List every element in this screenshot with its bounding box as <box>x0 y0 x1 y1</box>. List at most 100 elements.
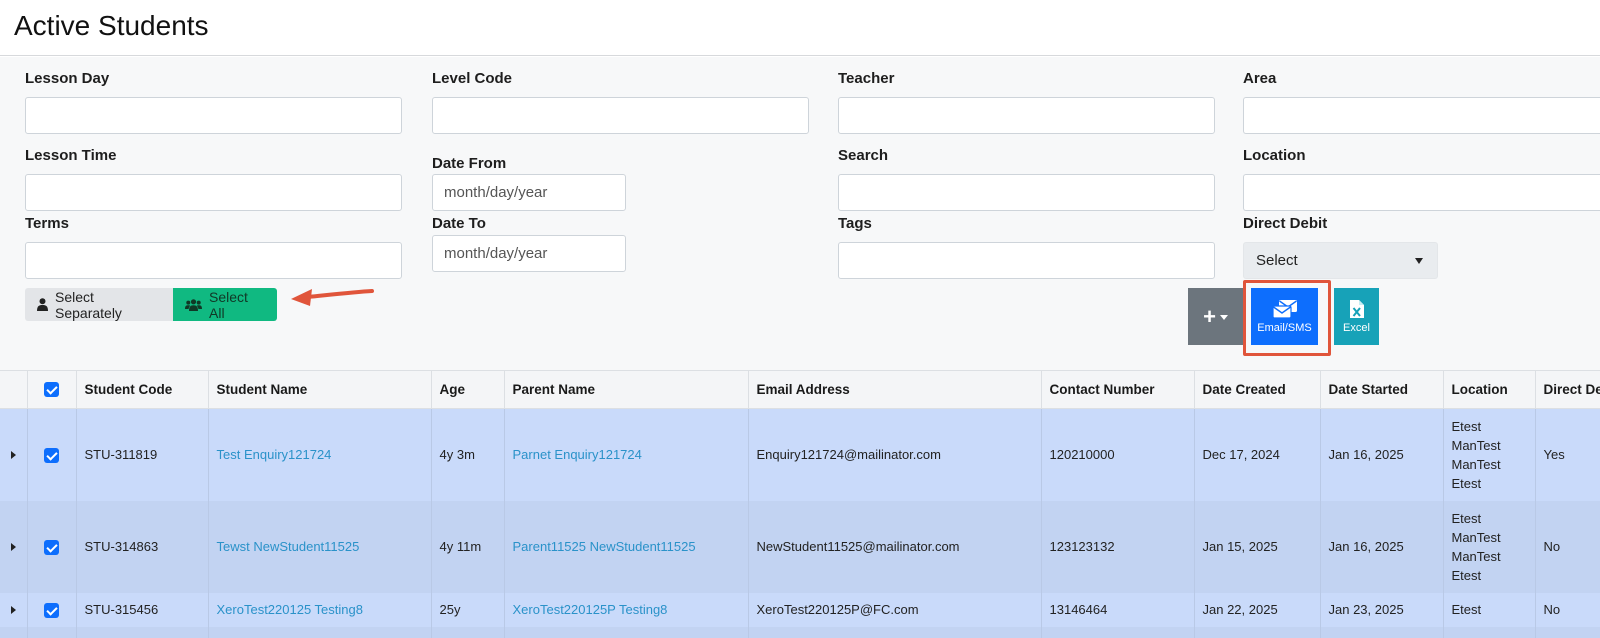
expand-arrow-icon[interactable] <box>10 451 16 460</box>
column-header[interactable]: Date Created <box>1194 370 1321 409</box>
student-name-link[interactable]: XeroTest220125 Testing8 <box>208 592 432 627</box>
direct-debit-select[interactable]: Select <box>1243 242 1438 279</box>
date-from-label: Date From <box>432 155 507 172</box>
column-header[interactable]: Parent Name <box>504 370 749 409</box>
lesson-day-input[interactable] <box>25 97 402 134</box>
row-checkbox[interactable] <box>27 500 77 593</box>
email-sms-button[interactable]: Email/SMS <box>1251 288 1318 345</box>
teacher-input[interactable] <box>838 97 1215 134</box>
column-header[interactable]: Contact Number <box>1041 370 1195 409</box>
students-table: Student Code Student Name Age Parent Nam… <box>0 370 1600 638</box>
expand-arrow-icon[interactable] <box>10 606 16 614</box>
student-code-cell: STU-314863 <box>76 500 209 593</box>
date-to-input[interactable]: month/day/year <box>432 235 626 272</box>
add-label: + <box>1203 303 1216 329</box>
teacher-label: Teacher <box>838 70 895 87</box>
active-students-page: Active Students Lesson Day Lesson Time T… <box>0 0 1600 638</box>
lesson-day-label: Lesson Day <box>25 70 110 87</box>
age-cell: 4y 11m <box>431 500 505 593</box>
expand-header <box>0 370 28 409</box>
row-checkbox[interactable] <box>27 592 77 627</box>
age-cell: 25y <box>431 592 505 627</box>
terms-input[interactable] <box>25 242 402 279</box>
checkbox-checked-icon[interactable] <box>44 447 59 463</box>
direct-debit-cell: No <box>1535 592 1600 627</box>
student-name-link[interactable]: Tewst NewStudent11525 <box>208 500 432 593</box>
column-header[interactable]: Email Address <box>748 370 1042 409</box>
table-row[interactable]: STU-315456 XeroTest220125 Testing8 25y X… <box>0 592 1600 627</box>
email-cell: NewStudent11525@mailinator.com <box>748 500 1042 593</box>
date-created-cell: Jan 15, 2025 <box>1194 500 1321 593</box>
expand-arrow-icon[interactable] <box>10 543 16 551</box>
contact-cell: 123123132 <box>1041 500 1195 593</box>
user-icon <box>37 298 48 311</box>
checkbox-checked-icon[interactable] <box>44 539 59 555</box>
title-bar: Active Students <box>0 0 1600 56</box>
row-expander[interactable] <box>0 500 28 593</box>
area-input[interactable] <box>1243 97 1600 134</box>
row-expander[interactable] <box>0 592 28 627</box>
parent-name-link[interactable]: Parnet Enquiry121724 <box>504 408 749 501</box>
date-created-cell: Dec 17, 2024 <box>1194 408 1321 501</box>
column-header[interactable]: Student Code <box>76 370 209 409</box>
checkbox-checked-icon[interactable] <box>44 382 59 398</box>
select-separately-label: Select Separately <box>55 288 122 321</box>
email-cell: Enquiry121724@mailinator.com <box>748 408 1042 501</box>
table-row-partial <box>0 626 1600 638</box>
date-started-cell: Jan 23, 2025 <box>1320 592 1444 627</box>
direct-debit-cell: Yes <box>1535 408 1600 501</box>
row-checkbox[interactable] <box>27 408 77 501</box>
location-line: ManTest <box>1451 437 1501 453</box>
contact-cell: 13146464 <box>1041 592 1195 627</box>
excel-button[interactable]: Excel <box>1334 288 1379 345</box>
contact-cell: 120210000 <box>1041 408 1195 501</box>
location-label: Location <box>1243 147 1306 164</box>
student-name-link[interactable]: Test Enquiry121724 <box>208 408 432 501</box>
student-code-cell: STU-315456 <box>76 592 209 627</box>
date-created-cell: Jan 22, 2025 <box>1194 592 1321 627</box>
column-header[interactable]: Age <box>431 370 505 409</box>
excel-file-icon <box>1349 300 1364 318</box>
search-label: Search <box>838 147 889 164</box>
terms-label: Terms <box>25 215 69 232</box>
date-started-cell: Jan 16, 2025 <box>1320 500 1444 593</box>
parent-name-link[interactable]: Parent11525 NewStudent11525 <box>504 500 749 593</box>
lesson-time-input[interactable] <box>25 174 402 211</box>
add-dropdown-button[interactable]: + <box>1188 288 1243 345</box>
date-to-label: Date To <box>432 215 486 232</box>
checkbox-checked-icon[interactable] <box>44 602 59 618</box>
location-input[interactable] <box>1243 174 1600 211</box>
parent-name-link[interactable]: XeroTest220125P Testing8 <box>504 592 749 627</box>
level-code-input[interactable] <box>432 97 809 134</box>
annotation-arrow-icon <box>291 289 374 306</box>
location-line: Etest <box>1451 418 1482 434</box>
level-code-label: Level Code <box>432 70 513 87</box>
select-all-checkbox-header[interactable] <box>27 370 77 409</box>
search-input[interactable] <box>838 174 1215 211</box>
tags-input[interactable] <box>838 242 1215 279</box>
date-from-input[interactable]: month/day/year <box>432 174 626 211</box>
lesson-time-label: Lesson Time <box>25 147 117 164</box>
email-sms-label: Email/SMS <box>1257 322 1312 334</box>
column-header[interactable]: Student Name <box>208 370 432 409</box>
location-line: Etest <box>1451 510 1482 526</box>
location-cell: Etest ManTest ManTest Etest <box>1443 408 1536 501</box>
location-line: ManTest <box>1451 456 1501 472</box>
select-all-button[interactable]: Select All <box>173 288 277 321</box>
select-separately-button[interactable]: Select Separately <box>25 288 173 321</box>
column-header[interactable]: Location <box>1443 370 1536 409</box>
users-icon <box>185 298 202 311</box>
envelopes-icon <box>1271 300 1297 319</box>
row-expander[interactable] <box>0 408 28 501</box>
direct-debit-cell: No <box>1535 500 1600 593</box>
direct-debit-label: Direct Debit <box>1243 215 1328 232</box>
caret-down-icon <box>1219 315 1228 320</box>
table-row[interactable]: STU-311819 Test Enquiry121724 4y 3m Parn… <box>0 408 1600 501</box>
column-header[interactable]: Date Started <box>1320 370 1444 409</box>
table-row[interactable]: STU-314863 Tewst NewStudent11525 4y 11m … <box>0 500 1600 593</box>
column-header[interactable]: Direct De <box>1535 370 1600 409</box>
date-started-cell: Jan 16, 2025 <box>1320 408 1444 501</box>
select-all-label: Select All <box>209 288 248 321</box>
location-line: ManTest <box>1451 548 1501 564</box>
excel-label: Excel <box>1343 322 1370 334</box>
